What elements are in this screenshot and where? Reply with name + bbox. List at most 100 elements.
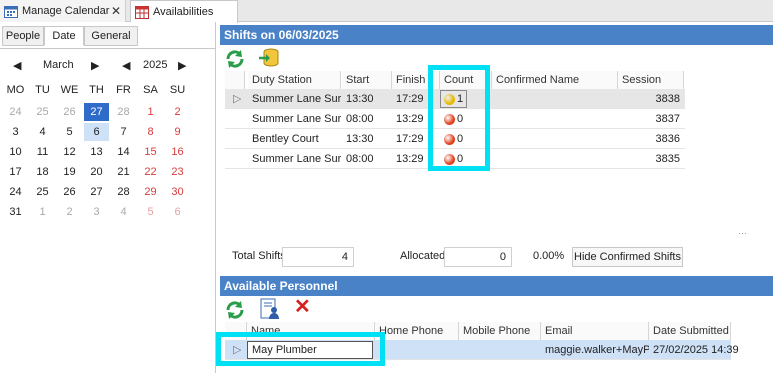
resize-grip-icon[interactable]: ⋯	[738, 228, 747, 239]
year-label: 2025	[143, 59, 168, 71]
shifts-grid: Duty Station Start Finish Count Confirmed Na…	[225, 71, 773, 171]
calendar-day[interactable]: 7	[111, 123, 136, 141]
column-header[interactable]: Duty Station	[248, 71, 341, 89]
calendar-day[interactable]: 5	[138, 203, 163, 221]
calendar-day[interactable]: 17	[3, 163, 28, 181]
calendar-day[interactable]: 31	[3, 203, 28, 221]
personnel-toolbar: ✕	[220, 296, 773, 322]
calendar-day[interactable]: 25	[30, 103, 55, 121]
column-header[interactable]: Start	[342, 71, 392, 89]
calendar-day[interactable]: 1	[30, 203, 55, 221]
start-cell: 08:00	[346, 113, 374, 125]
calendar-day[interactable]: 8	[138, 123, 163, 141]
filter-panel: People Date General ◀ March ▶ ◀ 2025 ▶ M…	[0, 22, 216, 373]
calendar-icon	[4, 5, 18, 18]
calendar-day[interactable]: 10	[3, 143, 28, 161]
column-header[interactable]: Session Code	[618, 71, 684, 104]
tab-manage-calendar[interactable]: Manage Calendar ✕	[0, 0, 126, 22]
calendar-day[interactable]: 19	[57, 163, 82, 181]
calendar-day[interactable]: 3	[3, 123, 28, 141]
calendar-day[interactable]: 23	[165, 163, 190, 181]
calendar-day[interactable]: 25	[30, 183, 55, 201]
session-code-cell: 3835	[655, 153, 680, 165]
duty-station-cell: Summer Lane Surg...	[252, 93, 341, 105]
allocated-percent: 0.00%	[533, 250, 565, 262]
calendar-day[interactable]: 12	[57, 143, 82, 161]
row-expander-icon[interactable]: ▷	[229, 89, 241, 109]
total-shifts-field: 4	[282, 247, 354, 267]
next-year-button[interactable]: ▶	[178, 59, 186, 72]
session-code-cell: 3837	[655, 113, 680, 125]
calendar-day[interactable]: 20	[84, 163, 109, 181]
calendar-day[interactable]: 6	[84, 123, 109, 141]
start-cell: 08:00	[346, 153, 374, 165]
calendar-day[interactable]: 24	[3, 183, 28, 201]
email-cell: maggie.walker+MayPl...	[545, 344, 649, 356]
calendar-divider	[0, 48, 216, 49]
date-submitted-cell: 27/02/2025 14:39	[653, 344, 739, 356]
duty-station-cell: Summer Lane Surg...	[252, 113, 341, 125]
prev-month-button[interactable]: ◀	[13, 59, 21, 72]
column-header[interactable]: Email	[541, 322, 649, 340]
hide-confirmed-shifts-button[interactable]: Hide Confirmed Shifts	[572, 247, 683, 267]
next-month-button[interactable]: ▶	[91, 59, 99, 72]
personnel-title: Available Personnel	[224, 279, 338, 293]
calendar-day[interactable]: 14	[111, 143, 136, 161]
shifts-title: Shifts on 06/03/2025	[224, 28, 339, 42]
database-import-icon[interactable]	[258, 47, 280, 72]
person-details-icon[interactable]	[260, 298, 280, 323]
calendar-day[interactable]: 18	[30, 163, 55, 181]
start-cell: 13:30	[346, 133, 374, 145]
calendar-day[interactable]: 15	[138, 143, 163, 161]
calendar-day[interactable]: 2	[165, 103, 190, 121]
calendar-day[interactable]: 11	[30, 143, 55, 161]
calendar-day[interactable]: 27	[84, 103, 109, 121]
tab-general[interactable]: General	[84, 26, 138, 46]
calendar-day[interactable]: 27	[84, 183, 109, 201]
refresh-icon[interactable]	[224, 48, 246, 73]
column-header[interactable]: Date Submitted	[649, 322, 731, 340]
duty-station-cell: Summer Lane Surg...	[252, 153, 341, 165]
weekday-label: WE	[60, 84, 79, 96]
calendar-grid-icon	[135, 5, 149, 19]
calendar-day[interactable]: 2	[57, 203, 82, 221]
tab-people[interactable]: People	[2, 26, 44, 46]
delete-icon[interactable]: ✕	[294, 297, 311, 317]
column-header[interactable]: Confirmed Name	[492, 71, 618, 89]
session-code-cell: 3836	[655, 133, 680, 145]
prev-year-button[interactable]: ◀	[122, 59, 130, 72]
mobile-phone-cell	[459, 340, 463, 360]
finish-cell: 17:29	[396, 133, 424, 145]
calendar-day[interactable]: 28	[111, 103, 136, 121]
calendar-day[interactable]: 1	[138, 103, 163, 121]
calendar-day[interactable]: 16	[165, 143, 190, 161]
calendar-day[interactable]: 30	[165, 183, 190, 201]
calendar-day[interactable]: 4	[111, 203, 136, 221]
calendar-day[interactable]: 21	[111, 163, 136, 181]
calendar-day[interactable]: 28	[111, 183, 136, 201]
start-cell: 13:30	[346, 93, 374, 105]
calendar-day[interactable]: 6	[165, 203, 190, 221]
shifts-header: Shifts on 06/03/2025	[220, 25, 773, 45]
tab-date[interactable]: Date	[44, 26, 84, 46]
calendar-day[interactable]: 29	[138, 183, 163, 201]
refresh-icon[interactable]	[224, 299, 246, 324]
calendar-day[interactable]: 5	[57, 123, 82, 141]
column-header[interactable]: Mobile Phone	[459, 322, 541, 340]
duty-station-cell: Bentley Court	[252, 133, 319, 145]
confirmed-name-cell	[492, 89, 496, 109]
calendar-day[interactable]: 4	[30, 123, 55, 141]
calendar-day[interactable]: 24	[3, 103, 28, 121]
close-icon[interactable]: ✕	[111, 4, 121, 18]
calendar-day[interactable]: 13	[84, 143, 109, 161]
count-column-highlight	[428, 65, 490, 171]
calendar-day[interactable]: 26	[57, 103, 82, 121]
calendar-day[interactable]: 26	[57, 183, 82, 201]
confirmed-name-cell	[492, 109, 496, 129]
column-header[interactable]: Home Phone	[375, 322, 459, 340]
tab-availabilities[interactable]: Availabilities	[130, 0, 238, 23]
calendar-day[interactable]: 9	[165, 123, 190, 141]
calendar-day[interactable]: 22	[138, 163, 163, 181]
calendar-day[interactable]: 3	[84, 203, 109, 221]
month-label: March	[43, 59, 74, 71]
